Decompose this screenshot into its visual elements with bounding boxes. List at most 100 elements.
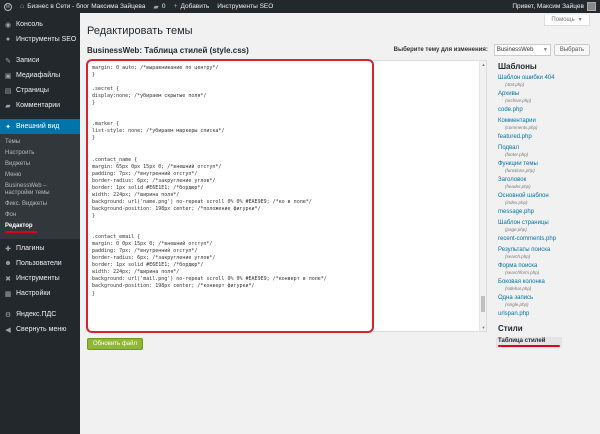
users-icon: ☻ xyxy=(4,260,12,267)
help-button[interactable]: Помощь ▼ xyxy=(544,15,590,26)
submenu-item[interactable]: Редактор xyxy=(0,221,80,235)
template-file-label[interactable]: code.php xyxy=(498,107,598,114)
template-file-label[interactable]: Подвал xyxy=(498,145,598,152)
template-file-item[interactable]: Форма поиска (searchform.php) xyxy=(498,263,598,275)
template-file-item[interactable]: Подвал (footer.php) xyxy=(498,145,598,157)
template-file-name: (comments.php) xyxy=(505,125,538,130)
comments-link[interactable]: ▰ 0 xyxy=(149,0,169,13)
theme-select[interactable]: BusinessWeb ▼ xyxy=(493,44,551,56)
template-file-item[interactable]: Основной шаблон (index.php) xyxy=(498,193,598,205)
sidebar-item-label: Записи xyxy=(16,57,40,64)
template-file-item[interactable]: message.php xyxy=(498,209,598,216)
template-file-label[interactable]: Боковая колонка xyxy=(498,279,598,286)
seo-tools-link[interactable]: Инструменты SEO xyxy=(213,0,277,13)
user-account-link[interactable]: Привет, Максим Зайцев xyxy=(508,0,600,13)
template-file-label[interactable]: Одна запись xyxy=(498,295,598,302)
template-file-label[interactable]: message.php xyxy=(498,209,598,216)
yandex-icon: ⚙ xyxy=(4,311,12,319)
submenu-item[interactable]: Меню xyxy=(0,170,80,181)
submenu-item-label: Меню xyxy=(5,172,22,178)
submenu-item[interactable]: Фон xyxy=(0,210,80,221)
template-file-item[interactable]: code.php xyxy=(498,107,598,114)
help-label: Помощь xyxy=(551,17,575,23)
sidebar-item-dashboard[interactable]: ◉ Консоль xyxy=(0,17,80,32)
template-file-label[interactable]: urlspan.php xyxy=(498,311,598,318)
current-stylesheet-label: Таблица стилей xyxy=(498,338,546,344)
sidebar-item-pages[interactable]: ▤ Страницы xyxy=(0,83,80,98)
template-file-name: (404.php) xyxy=(505,82,525,87)
template-file-item[interactable]: Боковая колонка (sidebar.php) xyxy=(498,279,598,291)
template-file-item[interactable]: Шаблон страницы (page.php) xyxy=(498,220,598,232)
template-file-item[interactable]: Шаблон ошибки 404 (404.php) xyxy=(498,75,598,87)
submenu-item-label: Фон xyxy=(5,212,17,218)
sidebar-item-comments[interactable]: ▰ Комментарии xyxy=(0,98,80,113)
appearance-icon: ✦ xyxy=(5,123,11,131)
code-line: background: url('name.png') no-repeat sc… xyxy=(92,198,312,205)
template-file-item[interactable]: recent-comments.php xyxy=(498,236,598,243)
sidebar-item-appearance[interactable]: ✦ Внешний вид xyxy=(0,119,80,134)
update-file-button[interactable]: Обновить файл xyxy=(87,338,143,350)
sidebar-item-pin[interactable]: ✎ Записи xyxy=(0,53,80,68)
theme-select-label: Выберите тему для изменения: xyxy=(393,47,488,53)
template-file-label[interactable]: Шаблон страницы xyxy=(498,220,598,227)
template-file-item[interactable]: Одна запись (single.php) xyxy=(498,295,598,307)
wordpress-logo-icon[interactable]: W xyxy=(0,0,16,13)
template-file-item[interactable]: Результаты поиска (search.php) xyxy=(498,247,598,259)
main-content: Помощь ▼ Редактировать темы BusinessWeb: … xyxy=(80,13,600,434)
sidebar-item-plugins[interactable]: ✚ Плагины xyxy=(0,241,80,256)
sidebar-item-seo[interactable]: ● Инструменты SEO xyxy=(0,32,80,47)
sidebar-item-settings[interactable]: ▦ Настройки xyxy=(0,286,80,301)
pages-icon: ▤ xyxy=(4,87,12,95)
template-file-label[interactable]: Результаты поиска xyxy=(498,247,598,254)
template-file-label[interactable]: Архивы xyxy=(498,91,598,98)
submenu-item[interactable]: Фикс. Виджеты xyxy=(0,199,80,210)
code-line: background-position: 198px center; /*кон… xyxy=(92,283,255,290)
sidebar-item-yandex[interactable]: ⚙ Яндекс.ПДС xyxy=(0,307,80,322)
submenu-item-label: Темы xyxy=(5,139,21,145)
scroll-down-icon[interactable]: ▼ xyxy=(480,324,486,331)
template-file-item[interactable]: urlspan.php xyxy=(498,311,598,318)
pin-icon: ✎ xyxy=(5,57,11,65)
template-file-item[interactable]: Комментарии (comments.php) xyxy=(498,118,598,130)
code-line: margin: 65px 0px 15px 0; /*внешний отсту… xyxy=(92,163,222,170)
sidebar-item-media[interactable]: ▣ Медиафайлы xyxy=(0,68,80,83)
template-file-label[interactable]: Заголовок xyxy=(498,177,598,184)
template-file-item[interactable]: Архивы (archive.php) xyxy=(498,91,598,103)
sidebar-item-users[interactable]: ☻ Пользователи xyxy=(0,256,80,271)
site-name-link[interactable]: ⌂ Бизнес в Сети - блог Максима Зайцева xyxy=(16,0,149,13)
template-file-label[interactable]: Функции темы xyxy=(498,161,598,168)
scrollbar-thumb[interactable] xyxy=(481,296,485,312)
template-file-label[interactable]: recent-comments.php xyxy=(498,236,598,243)
template-file-label[interactable]: featured.php xyxy=(498,134,598,141)
submenu-item[interactable]: Настроить xyxy=(0,148,80,159)
template-file-label[interactable]: Основной шаблон xyxy=(498,193,598,200)
submenu-item-label: Виджеты xyxy=(5,161,31,167)
scroll-up-icon[interactable]: ▲ xyxy=(480,61,486,68)
sidebar-item-label: Пользователи xyxy=(16,260,62,267)
add-label: Добавить xyxy=(180,3,210,10)
template-file-label[interactable]: Комментарии xyxy=(498,118,598,125)
add-new-link[interactable]: + Добавить xyxy=(169,0,213,13)
template-file-item[interactable]: Заголовок (header.php) xyxy=(498,177,598,189)
submenu-item[interactable]: Темы xyxy=(0,137,80,148)
editor-scrollbar[interactable]: ▲ ▼ xyxy=(479,61,486,331)
code-line: .contact_email { xyxy=(92,234,141,241)
chevron-down-icon: ▼ xyxy=(577,17,583,23)
template-file-item[interactable]: featured.php xyxy=(498,134,598,141)
code-line: margin: 0 auto; /*выравнивание по центру… xyxy=(92,65,219,71)
code-line: border-radius: 6px; /*закругление углов*… xyxy=(92,177,216,184)
current-stylesheet-item[interactable]: Таблица стилей xyxy=(496,337,562,348)
code-editor[interactable]: margin: 0 auto; /*выравнивание по центру… xyxy=(87,60,487,332)
select-theme-button[interactable]: Выбрать xyxy=(553,44,590,56)
theme-selector: Выберите тему для изменения: BusinessWeb… xyxy=(394,44,590,56)
template-file-label[interactable]: Форма поиска xyxy=(498,263,598,270)
sidebar-item-tools[interactable]: ✖ Инструменты xyxy=(0,271,80,286)
code-textarea[interactable]: margin: 0 auto; /*выравнивание по центру… xyxy=(88,61,486,323)
template-file-label[interactable]: Шаблон ошибки 404 xyxy=(498,75,598,82)
submenu-item[interactable]: Виджеты xyxy=(0,159,80,170)
sidebar-item-collapse[interactable]: ◀ Свернуть меню xyxy=(0,322,80,337)
template-file-item[interactable]: Функции темы (functions.php) xyxy=(498,161,598,173)
submenu-item[interactable]: BusinessWeb – настройки темы xyxy=(0,181,80,199)
